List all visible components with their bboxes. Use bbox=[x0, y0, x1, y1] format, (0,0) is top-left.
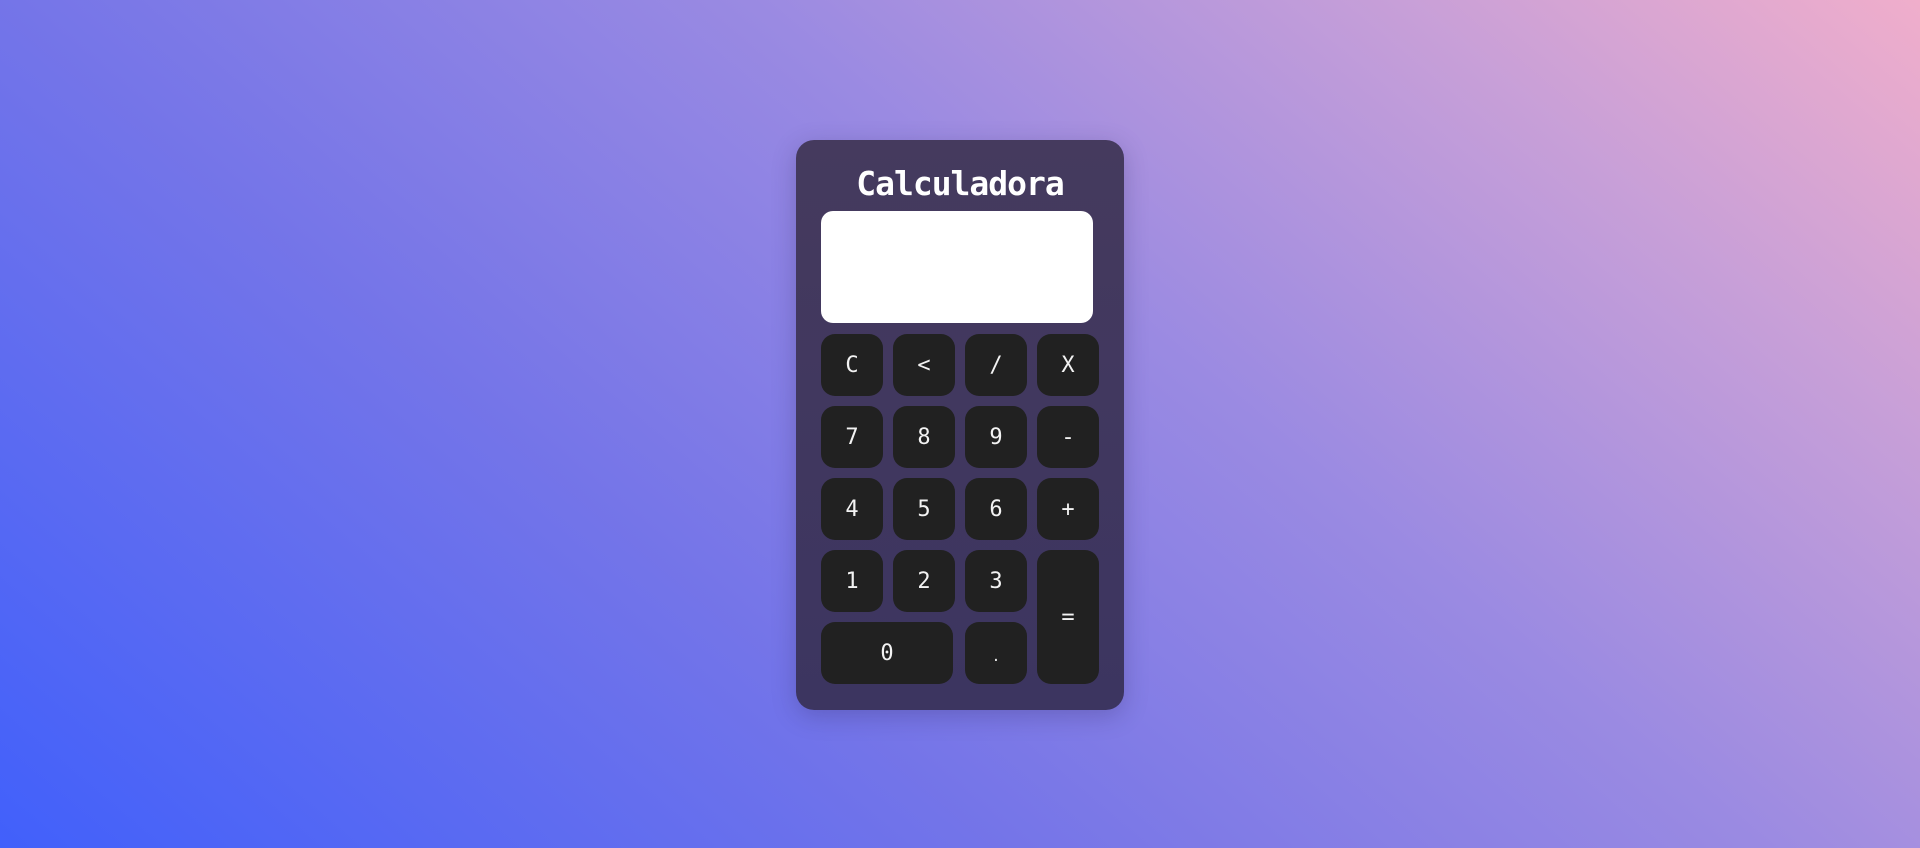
clear-button[interactable]: C bbox=[821, 334, 883, 396]
digit-6-button[interactable]: 6 bbox=[965, 478, 1027, 540]
digit-8-button[interactable]: 8 bbox=[893, 406, 955, 468]
add-button[interactable]: + bbox=[1037, 478, 1099, 540]
subtract-button[interactable]: - bbox=[1037, 406, 1099, 468]
digit-7-button[interactable]: 7 bbox=[821, 406, 883, 468]
digit-2-button[interactable]: 2 bbox=[893, 550, 955, 612]
digit-1-button[interactable]: 1 bbox=[821, 550, 883, 612]
digit-4-button[interactable]: 4 bbox=[821, 478, 883, 540]
calculator-display[interactable] bbox=[821, 211, 1093, 323]
digit-5-button[interactable]: 5 bbox=[893, 478, 955, 540]
multiply-button[interactable]: X bbox=[1037, 334, 1099, 396]
digit-0-button[interactable]: 0 bbox=[821, 622, 953, 684]
decimal-button[interactable]: . bbox=[965, 622, 1027, 684]
digit-3-button[interactable]: 3 bbox=[965, 550, 1027, 612]
calculator-panel: Calculadora C < / X 7 8 9 - 4 5 6 + 1 2 … bbox=[796, 140, 1124, 710]
backspace-button[interactable]: < bbox=[893, 334, 955, 396]
divide-button[interactable]: / bbox=[965, 334, 1027, 396]
calculator-title: Calculadora bbox=[856, 164, 1065, 203]
equals-button[interactable]: = bbox=[1037, 550, 1099, 684]
digit-9-button[interactable]: 9 bbox=[965, 406, 1027, 468]
